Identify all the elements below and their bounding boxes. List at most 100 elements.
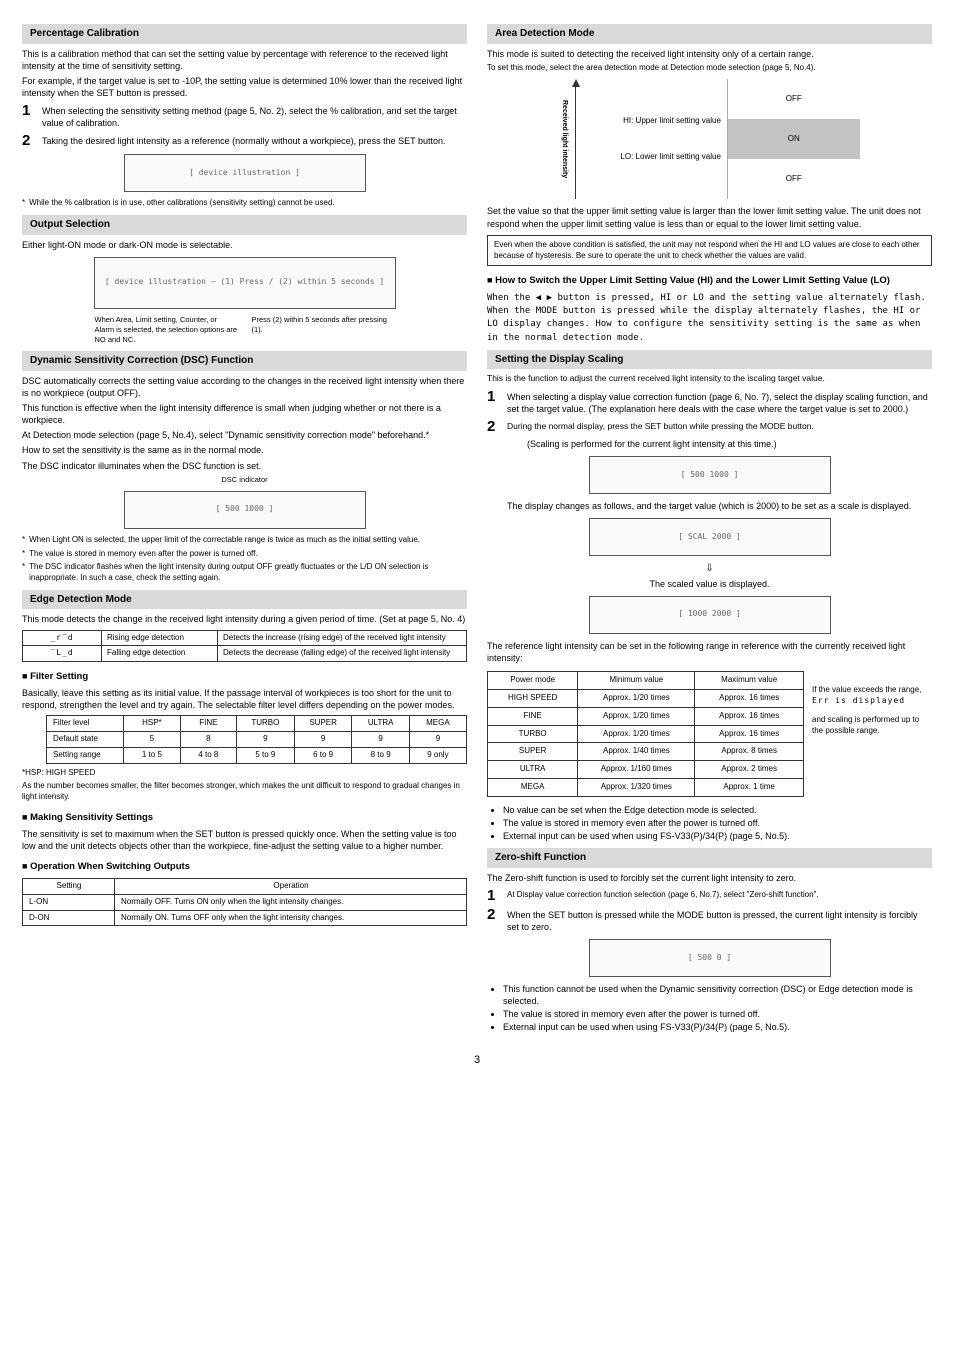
pm3a: Approx. 1/20 times [578, 725, 695, 743]
pm6a: Approx. 1/320 times [578, 778, 695, 796]
area-intro2: To set this mode, select the area detect… [487, 63, 932, 74]
f-r1c1: Default state [47, 732, 124, 748]
f-r2c4: 5 to 9 [236, 747, 294, 763]
os-diagram: [ device illustration — (1) Press / (2) … [94, 257, 396, 309]
heading-scaling: Setting the Display Scaling [487, 350, 932, 370]
asterisk-icon: * [22, 549, 25, 560]
os-caption-left: When Area, Limit setting, Counter, or Al… [95, 315, 238, 345]
p-h2: Minimum value [578, 672, 695, 690]
o-r1c2: Normally OFF. Turns ON only when the lig… [115, 894, 467, 910]
step-number-2: 2 [487, 907, 501, 933]
edge-table: _r‾d Rising edge detection Detects the i… [22, 630, 467, 663]
operation-table: Setting Operation L-ON Normally OFF. Tur… [22, 878, 467, 926]
bar-off-top: OFF [728, 79, 860, 119]
scaling-ref-p: The reference light intensity can be set… [487, 640, 932, 664]
power-table: Power mode Minimum value Maximum value H… [487, 671, 804, 797]
asterisk-icon: * [22, 535, 25, 546]
dsc-p2: This function is effective when the ligh… [22, 402, 467, 426]
pm1: HIGH SPEED [488, 689, 578, 707]
page-number: 3 [22, 1053, 932, 1068]
heading-output-selection: Output Selection [22, 215, 467, 235]
pm2b: Approx. 16 times [695, 707, 804, 725]
pm4b: Approx. 8 times [695, 743, 804, 761]
f-h5: SUPER [294, 716, 352, 732]
bar-off-bottom: OFF [728, 159, 860, 199]
f-h3: FINE [180, 716, 236, 732]
hi-label: HI: Upper limit setting value [585, 116, 721, 127]
f-r2c2: 1 to 5 [124, 747, 181, 763]
pc-diagram: [ device illustration ] [124, 154, 366, 192]
o-r2c2: Normally ON. Turns OFF only when the lig… [115, 910, 467, 926]
dsc-fn3: The DSC indicator flashes when the light… [29, 562, 467, 584]
area-after: Set the value so that the upper limit se… [487, 205, 932, 229]
square-icon: ■ [22, 671, 27, 681]
edge-r1c1: _r‾d [23, 630, 102, 646]
edge-r2c2: Falling edge detection [102, 646, 218, 662]
zero-bullets: This function cannot be used when the Dy… [487, 983, 932, 1034]
pm6: MEGA [488, 778, 578, 796]
f-r1c4: 9 [236, 732, 294, 748]
dsc-fn1: When Light ON is selected, the upper lim… [29, 535, 420, 546]
edge-r1c3: Detects the increase (rising edge) of th… [218, 630, 467, 646]
step-number-2: 2 [22, 133, 36, 148]
o-h2: Operation [115, 878, 467, 894]
switch-heading: How to Switch the Upper Limit Setting Va… [495, 275, 890, 286]
side3: and scaling is performed up to the possi… [812, 715, 932, 737]
scaling-diag3: [ 1000 2000 ] [589, 596, 831, 634]
scaled-label: The scaled value is displayed. [487, 578, 932, 590]
heading-percentage-calibration: Percentage Calibration [22, 24, 467, 44]
edge-r2c3: Detects the decrease (falling edge) of t… [218, 646, 467, 662]
area-diagram: Received light intensity HI: Upper limit… [560, 79, 860, 199]
f-r1c7: 9 [409, 732, 466, 748]
arrow-up-icon [572, 79, 580, 87]
asterisk-icon: * [22, 562, 25, 584]
pm4a: Approx. 1/40 times [578, 743, 695, 761]
pc-intro1: This is a calibration method that can se… [22, 48, 467, 72]
pm2a: Approx. 1/20 times [578, 707, 695, 725]
step-number-1: 1 [487, 389, 501, 415]
heading-edge: Edge Detection Mode [22, 590, 467, 610]
f-r2c6: 8 to 9 [352, 747, 409, 763]
dsc-p4: How to set the sensitivity is the same a… [22, 444, 467, 456]
arrow-line [575, 87, 576, 199]
p-h1: Power mode [488, 672, 578, 690]
step-number-1: 1 [22, 103, 36, 129]
step-number-1: 1 [487, 888, 501, 903]
scaling-bullets: No value can be set when the Edge detect… [487, 804, 932, 842]
side1: If the value exceeds the range, [812, 685, 932, 696]
pm5b: Approx. 2 times [695, 761, 804, 779]
edge-intro: This mode detects the change in the rece… [22, 613, 467, 625]
pm4: SUPER [488, 743, 578, 761]
heading-zero: Zero-shift Function [487, 848, 932, 868]
area-box-note: Even when the above condition is satisfi… [487, 235, 932, 267]
f-r1c6: 9 [352, 732, 409, 748]
bar-on: ON [728, 119, 860, 159]
switch-p: When the ◀ ▶ button is pressed, HI or LO… [487, 291, 932, 344]
scaling-intro: This is the function to adjust the curre… [487, 373, 932, 384]
f-r2c3: 4 to 8 [180, 747, 236, 763]
pm2: FINE [488, 707, 578, 725]
filter-heading: Filter Setting [30, 671, 88, 682]
power-side-note: If the value exceeds the range, Err is d… [812, 667, 932, 736]
axis-label: Received light intensity [560, 79, 571, 199]
pm3: TURBO [488, 725, 578, 743]
asterisk-icon: * [22, 198, 25, 209]
scaling-note: (Scaling is performed for the current li… [487, 438, 932, 450]
pm1b: Approx. 16 times [695, 689, 804, 707]
scaling-step1: When selecting a display value correctio… [507, 389, 932, 415]
f-h1: Filter level [47, 716, 124, 732]
pc-step1: When selecting the sensitivity setting m… [42, 103, 467, 129]
pc-footnote: While the % calibration is in use, other… [29, 198, 334, 209]
down-arrow-icon: ⇩ [487, 562, 932, 576]
dsc-diag-label: DSC indicator [22, 475, 467, 485]
f-h7: MEGA [409, 716, 466, 732]
pc-intro2: For example, if the target value is set … [22, 75, 467, 99]
area-intro1: This mode is suited to detecting the rec… [487, 48, 932, 60]
f-h6: ULTRA [352, 716, 409, 732]
filter-intro: Basically, leave this setting as its ini… [22, 687, 467, 711]
filter-table: Filter level HSP* FINE TURBO SUPER ULTRA… [46, 715, 467, 763]
zero-diagram: [ 500 0 ] [589, 939, 831, 977]
square-icon: ■ [487, 275, 492, 285]
p-h3: Maximum value [695, 672, 804, 690]
sens-p: The sensitivity is set to maximum when t… [22, 828, 467, 852]
